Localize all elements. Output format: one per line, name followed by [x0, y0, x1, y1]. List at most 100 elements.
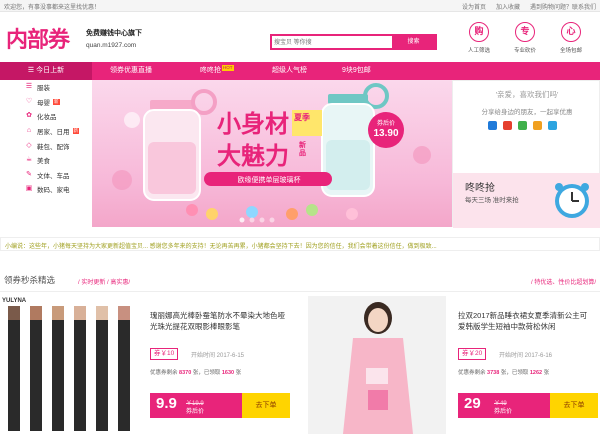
set-homepage-link[interactable]: 设为首页 [462, 2, 486, 11]
product-image[interactable] [308, 296, 446, 434]
sidebar-item-clothing[interactable]: ☰ 服装 [0, 80, 92, 95]
contact-us-link[interactable]: 遇到购物问题？联系我们 [530, 2, 596, 11]
section-right-text: / 特优选、性价比超划算/ [530, 280, 596, 286]
expert-icon: 专 [515, 22, 535, 42]
dongdong-promo[interactable]: 咚咚抢 每天三场 准时来抢 [453, 173, 600, 228]
feature-label: 人工筛选 [467, 48, 490, 54]
friends-icon[interactable] [533, 121, 542, 130]
slogan: 免费赚钱中心旗下 [86, 30, 142, 37]
qq-icon[interactable] [548, 121, 557, 130]
product-image[interactable]: YULYNA [0, 296, 138, 434]
nightdress-model-image [308, 296, 446, 434]
stats-label: 张，已领取 [500, 370, 529, 376]
search-input[interactable] [274, 37, 390, 48]
section-subtitle: / 实时更新 / 高实惠/ [78, 280, 131, 286]
nav-item-9-9[interactable]: 9块9包邮 [342, 62, 371, 80]
diamond-icon: ◇ [26, 141, 32, 149]
clock-icon [555, 183, 589, 218]
greeting-text: '亲爱，喜欢我们吗' [495, 90, 559, 99]
product-brand: YULYNA [2, 298, 27, 304]
weibo-icon[interactable] [503, 121, 512, 130]
search-button[interactable]: 搜索 [392, 36, 435, 48]
sidebar-item-label: 数码、家电 [37, 187, 70, 195]
banner-price-label: 券后价 [376, 121, 395, 127]
top-bar: 欢迎您，有事没事都来这里找优惠！ 设为首页 加入收藏 遇到购物问题？联系我们 [0, 0, 600, 12]
site-logo[interactable]: 内部券 [6, 22, 70, 54]
coupon-claimed: 1262 [529, 370, 543, 376]
nav-item-coupon-live[interactable]: 领券优惠直播 [110, 62, 152, 80]
coupon-claimed: 1630 [221, 370, 235, 376]
eyeshadow-pens-image [8, 306, 130, 431]
price-tag: 券后价 [494, 409, 513, 415]
coupon-remaining: 8370 [179, 370, 192, 376]
banner-caption: 欧缘便携单层玻璃杯 [237, 177, 301, 184]
product-card[interactable]: 拉双2017新品睡衣裙女夏季清新公主可爱韩版学生短袖中款荷松休闲 券￥20 开始… [308, 296, 600, 434]
sidebar-item-label: 鞋包、配饰 [37, 143, 70, 151]
product-card[interactable]: YULYNA 瑰丽娜高光棒卧蚕笔防水不晕染大地色哑光珠光提花双眼影棒眼影笔 券￥… [0, 296, 292, 434]
sidebar-item-label: 服装 [37, 85, 50, 93]
site-domain: quan.m1927.com [86, 42, 137, 49]
ddq-subtitle: 每天三场 准时来抢 [465, 197, 519, 204]
baby-icon: ♡ [25, 97, 33, 105]
food-icon: ☕ [25, 156, 33, 164]
notice-bar: 小编说：这些年，小猪每天坚持为大家更新超值宝贝... 感谢您多年来的支持！无论再… [0, 237, 600, 251]
current-price: 9.9 [156, 395, 177, 412]
digital-icon: ▣ [25, 185, 33, 193]
promo-banner[interactable]: 小身材 大魅力 夏季 新品 欧缘便携单层玻璃杯 券后价 13.90 [92, 80, 452, 227]
sidebar-item-shoes-bags[interactable]: ◇ 鞋包、配饰 [0, 138, 92, 153]
product-title[interactable]: 瑰丽娜高光棒卧蚕笔防水不晕染大地色哑光珠光提花双眼影棒眼影笔 [150, 310, 285, 332]
price-bar: 29 ￥49 券后价 去下单 [458, 393, 598, 418]
cosmetics-icon: ✿ [26, 112, 32, 120]
stats-label: 张，已领取 [192, 370, 221, 376]
sidebar-item-food[interactable]: ☕ 美食 [0, 153, 92, 168]
coupon-remaining: 3738 [487, 370, 500, 376]
coupon-stats: 优惠券剩余 8370 张，已领取 1630 张 [150, 368, 241, 376]
banner-headline2: 大魅力 [217, 143, 289, 170]
coupon-stats: 优惠券剩余 3738 张，已领取 1262 张 [458, 368, 549, 376]
stats-label: 优惠券剩余 [150, 370, 178, 376]
banner-headline1: 小身材 [217, 111, 289, 138]
current-price: 29 [464, 395, 481, 412]
clothing-icon: ☰ [25, 83, 33, 91]
main-nav: ☰ 今日上新 领券优惠直播 咚咚抢 HOT 超级人气榜 9块9包邮 [0, 62, 600, 80]
sidebar-item-baby[interactable]: ♡ 母婴新 [0, 95, 92, 110]
search-box: 搜索 [270, 34, 437, 50]
nav-item-label: 咚咚抢 [200, 67, 221, 74]
header: 内部券 免费赚钱中心旗下 quan.m1927.com 搜索 购 人工筛选 专 … [0, 12, 600, 62]
sidebar-item-home[interactable]: ⌂ 居家、日用新 [0, 124, 92, 139]
top-links: 设为首页 加入收藏 遇到购物问题？联系我们 [462, 2, 596, 11]
wechat-icon[interactable] [518, 121, 527, 130]
product-title[interactable]: 拉双2017新品睡衣裙女夏季清新公主可爱韩版学生短袖中款荷松休闲 [458, 310, 593, 332]
feature-label: 专业砍价 [513, 48, 536, 54]
share-icons [488, 121, 557, 130]
nav-category-today[interactable]: ☰ 今日上新 [0, 62, 92, 80]
order-button[interactable]: 去下单 [550, 393, 598, 418]
feature-label: 全场包邮 [559, 48, 582, 54]
price-box: 29 ￥49 券后价 [458, 393, 550, 418]
order-button[interactable]: 去下单 [242, 393, 290, 418]
new-badge: 新 [72, 128, 79, 135]
qzone-icon[interactable] [488, 121, 497, 130]
nav-item-popular[interactable]: 超级人气榜 [272, 62, 307, 80]
sidebar-item-digital[interactable]: ▣ 数码、家电 [0, 182, 92, 197]
banner-new-label: 新品 [299, 142, 306, 157]
nav-item-dongdong[interactable]: 咚咚抢 HOT [200, 62, 234, 80]
sidebar-item-label: 化妆品 [37, 114, 57, 122]
section-title: 领券秒杀精选 [4, 275, 56, 285]
welcome-text: 欢迎您，有事没事都来这里找优惠！ [4, 5, 101, 11]
feature-bargain: 专 专业砍价 [508, 22, 542, 54]
share-text: 分享给身边的朋友，一起享优惠 [481, 109, 573, 116]
heart-icon: 心 [561, 22, 581, 42]
coupon-badge[interactable]: 券￥20 [458, 348, 487, 360]
add-favorite-link[interactable]: 加入收藏 [496, 2, 520, 11]
sidebar-item-cosmetics[interactable]: ✿ 化妆品 [0, 109, 92, 124]
price-box: 9.9 ￥19.9 券后价 [150, 393, 242, 418]
start-time: 开始时间 2017-6-16 [499, 353, 553, 359]
new-badge: 新 [53, 98, 60, 105]
sidebar-item-sports[interactable]: ✎ 文体、车品 [0, 168, 92, 183]
sidebar-item-label: 文体、车品 [37, 172, 70, 180]
coupon-badge[interactable]: 券￥10 [150, 348, 179, 360]
banner-tag: 夏季 [294, 113, 310, 122]
pen-icon: ✎ [26, 170, 32, 178]
sidebar-item-label: 居家、日用 [37, 129, 70, 137]
